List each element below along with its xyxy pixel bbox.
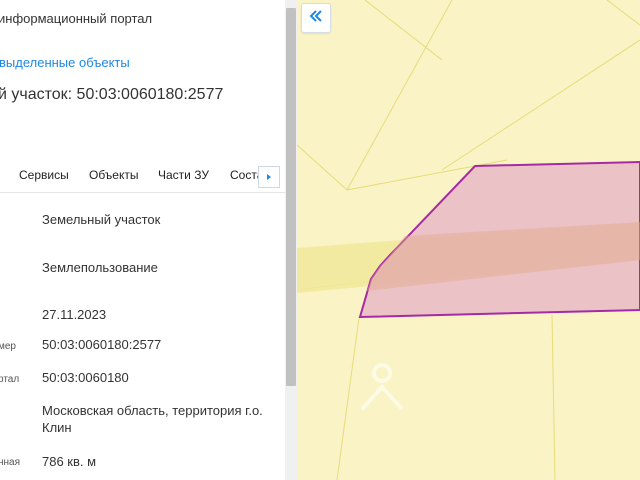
area-value: 786 кв. м bbox=[42, 454, 97, 469]
info-panel: информационный портал выделенные объекты… bbox=[0, 0, 285, 480]
tab-services[interactable]: Сервисы bbox=[19, 168, 69, 182]
address-value: Московская область, территория г.о. Клин bbox=[42, 403, 263, 435]
cian-watermark bbox=[352, 357, 562, 442]
selected-objects-link[interactable]: выделенные объекты bbox=[0, 55, 130, 70]
caret-right-icon bbox=[265, 173, 273, 181]
quarter-label: ртал bbox=[0, 374, 20, 385]
tab-objects[interactable]: Объекты bbox=[89, 168, 139, 182]
tab-scroll-right-button[interactable] bbox=[258, 166, 280, 188]
area-label: нная bbox=[0, 457, 21, 468]
collapse-panel-button[interactable] bbox=[301, 3, 331, 33]
portal-title: информационный портал bbox=[0, 11, 153, 26]
parcel-title: й участок: 50:03:0060180:2577 bbox=[0, 86, 224, 103]
double-chevron-left-icon bbox=[309, 9, 323, 27]
cadastral-number-label: мер bbox=[0, 341, 16, 352]
tab-bar: Сервисы Объекты Части ЗУ Соста bbox=[0, 160, 285, 193]
object-kind-value: Землепользование bbox=[42, 260, 158, 275]
tab-parts[interactable]: Части ЗУ bbox=[158, 168, 209, 182]
cadastral-number-value: 50:03:0060180:2577 bbox=[42, 337, 162, 352]
quarter-value: 50:03:0060180 bbox=[42, 370, 129, 385]
object-type-value: Земельный участок bbox=[42, 212, 161, 227]
panel-scrollbar-thumb[interactable] bbox=[286, 8, 296, 386]
date-value: 27.11.2023 bbox=[42, 307, 107, 322]
